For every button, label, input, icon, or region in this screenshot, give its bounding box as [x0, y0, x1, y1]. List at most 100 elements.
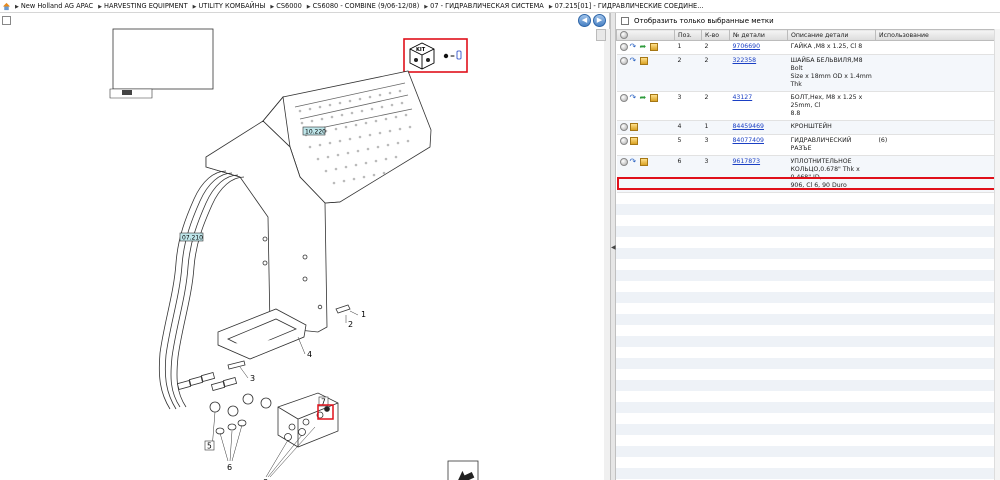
breadcrumb-item[interactable]: HARVESTING EQUIPMENT — [98, 2, 188, 10]
callout-5[interactable]: 5 — [204, 440, 215, 451]
row-icons: ↷ ➦ — [616, 91, 675, 121]
diagram-scroll-thumb[interactable] — [596, 29, 606, 41]
table-row[interactable]: 4 1 84459469 КРОНШТЕЙН — [616, 120, 1000, 135]
cell-qty: 2 — [701, 40, 730, 55]
cell-part: 322358 — [729, 54, 788, 92]
replacement-arrow-icon[interactable]: ➦ — [640, 43, 648, 51]
svg-text:=: = — [450, 53, 455, 60]
kit-label: KIT — [416, 47, 426, 53]
svg-text:5: 5 — [207, 442, 212, 451]
cell-desc: ГАЙКА ,M8 x 1.25, Cl 8 — [787, 40, 876, 55]
diagram-panel: ◀ ▶ KIT = 10.220 07.210 1 2 4 3 6 5 7 — [0, 13, 610, 480]
cell-qty: 1 — [701, 120, 730, 135]
filter-selected-row[interactable]: Отобразить только выбранные метки — [616, 15, 774, 27]
part-box-icon[interactable] — [649, 94, 658, 102]
prev-page-button[interactable]: ◀ — [578, 14, 591, 27]
part-box-icon[interactable] — [649, 43, 658, 51]
select-all-icon[interactable] — [620, 31, 628, 39]
desc-line: УПЛОТНИТЕЛЬНОЕ — [790, 158, 852, 165]
part-number-link[interactable]: 9706690 — [733, 43, 761, 50]
part-number-link[interactable]: 84077409 — [733, 137, 765, 144]
cell-desc: ГИДРАВЛИЧЕСКИЙ РАЗЪЕ — [787, 134, 876, 156]
part-number-link[interactable]: 322358 — [733, 57, 757, 64]
row-icons: ↷ — [616, 54, 675, 92]
breadcrumb: New Holland AG APAC HARVESTING EQUIPMENT… — [0, 0, 1000, 13]
breadcrumb-item[interactable]: 07.215[01] - ГИДРАВЛИЧЕСКИЕ СОЕДИНЕ... — [549, 2, 704, 10]
info-arrow-icon[interactable]: ↷ — [630, 158, 638, 166]
callout-1[interactable]: 1 — [361, 310, 366, 319]
info-arrow-icon[interactable]: ↷ — [630, 43, 638, 51]
part-number-link[interactable]: 84459469 — [733, 123, 765, 130]
column-header-qty[interactable]: К-во — [701, 29, 730, 41]
table-empty-area — [616, 193, 1000, 480]
cell-qty: 3 — [701, 155, 730, 193]
kit-icon[interactable]: KIT = — [403, 38, 468, 73]
breadcrumb-item[interactable]: CS6080 - COMBINE (9/06-12/08) — [307, 2, 420, 10]
exploded-parts-diagram: KIT = 10.220 07.210 1 2 4 3 6 5 7 — [109, 28, 479, 480]
desc-line: ГИДРАВЛИЧЕСКИЙ РАЗЪЕ — [790, 137, 852, 152]
ref-tag-10220[interactable]: 10.220 — [302, 126, 326, 136]
row-icons — [616, 134, 675, 156]
cell-usage — [875, 40, 1000, 55]
row-select-icon[interactable] — [619, 43, 628, 51]
next-view-arrow-icon[interactable] — [447, 460, 479, 480]
row-select-icon[interactable] — [619, 158, 628, 166]
info-arrow-icon[interactable]: ↷ — [630, 57, 638, 65]
column-header-part[interactable]: № детали — [729, 29, 788, 41]
ref-tag-07210[interactable]: 07.210 — [179, 232, 204, 242]
part-box-icon[interactable] — [629, 137, 638, 145]
cell-part: 9617873 — [729, 155, 788, 193]
cell-part: 84459469 — [729, 120, 788, 135]
cell-pos: 3 — [674, 91, 702, 121]
parts-scrollbar[interactable] — [994, 29, 1000, 480]
cell-pos: 1 — [674, 40, 702, 55]
breadcrumb-item[interactable]: UTILITY КОМБАЙНЫ — [193, 2, 265, 10]
desc-line: 8.8 — [790, 110, 801, 117]
info-arrow-icon[interactable]: ↷ — [630, 94, 638, 102]
zoom-fit-icon[interactable] — [2, 16, 11, 25]
column-header-usage[interactable]: Использование — [875, 29, 1000, 41]
parts-list-panel: Отобразить только выбранные метки Поз. К… — [616, 13, 1000, 480]
callout-2[interactable]: 2 — [348, 320, 353, 329]
table-row[interactable]: ↷ 6 3 9617873 УПЛОТНИТЕЛЬНОЕ КОЛЬЦО,0.678" Th… — [616, 155, 1000, 193]
filter-selected-label: Отобразить только выбранные метки — [634, 17, 774, 25]
row-icons — [616, 120, 675, 135]
replacement-arrow-icon[interactable]: ➦ — [640, 94, 648, 102]
table-row[interactable]: ↷ ➦ 1 2 9706690 ГАЙКА ,M8 x 1.25, Cl 8 — [616, 40, 1000, 55]
cell-qty: 3 — [701, 134, 730, 156]
callout-6[interactable]: 6 — [227, 463, 232, 472]
collapse-left-icon[interactable]: ◀ — [611, 242, 616, 254]
breadcrumb-item[interactable]: New Holland AG APAC — [15, 2, 93, 10]
filter-selected-checkbox[interactable] — [621, 17, 629, 25]
inset-thumbnail[interactable] — [109, 28, 214, 99]
column-header-icons[interactable] — [616, 29, 675, 41]
callout-4[interactable]: 4 — [307, 350, 312, 359]
part-box-icon[interactable] — [639, 57, 648, 65]
table-row[interactable]: ↷ ➦ 3 2 43127 БОЛТ,Hex, M8 x 1.25 x 25mm, Cl 8… — [616, 91, 1000, 121]
part-number-link[interactable]: 9617873 — [733, 158, 761, 165]
fittings-cluster — [176, 372, 339, 448]
home-icon[interactable] — [2, 2, 11, 11]
cell-pos: 2 — [674, 54, 702, 92]
desc-line: ГАЙКА ,M8 x 1.25, Cl 8 — [790, 43, 863, 50]
row-select-icon[interactable] — [619, 57, 628, 65]
breadcrumb-item[interactable]: CS6000 — [270, 2, 302, 10]
cell-qty: 2 — [701, 91, 730, 121]
callout-3[interactable]: 3 — [250, 374, 255, 383]
part-box-icon[interactable] — [639, 158, 648, 166]
column-header-pos[interactable]: Поз. — [674, 29, 702, 41]
breadcrumb-item[interactable]: 07 - ГИДРАВЛИЧЕСКАЯ СИСТЕМА — [424, 2, 544, 10]
part-box-icon[interactable] — [629, 123, 638, 131]
desc-line: ШАЙБА БЕЛЬВИЛЯ,M8 Bolt — [790, 57, 863, 72]
table-row[interactable]: ↷ 2 2 322358 ШАЙБА БЕЛЬВИЛЯ,M8 Bolt Size x 18… — [616, 54, 1000, 92]
table-row[interactable]: 5 3 84077409 ГИДРАВЛИЧЕСКИЙ РАЗЪЕ (6) — [616, 134, 1000, 156]
next-page-button[interactable]: ▶ — [593, 14, 606, 27]
row-select-icon[interactable] — [619, 137, 628, 145]
part-number-link[interactable]: 43127 — [733, 94, 753, 101]
cell-part: 43127 — [729, 91, 788, 121]
column-header-desc[interactable]: Описание детали — [787, 29, 876, 41]
row-select-icon[interactable] — [619, 94, 628, 102]
cell-usage — [875, 91, 1000, 121]
desc-line: Size x 18mm OD x 1.4mm Thk — [790, 73, 872, 88]
row-select-icon[interactable] — [619, 123, 628, 131]
